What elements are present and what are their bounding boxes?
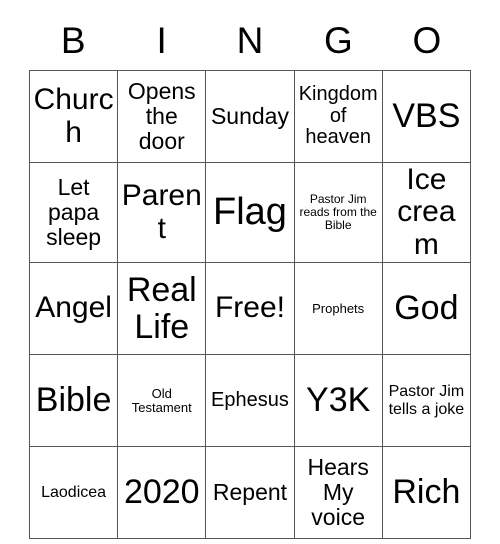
- bingo-cell-o4[interactable]: Pastor Jim tells a joke: [381, 354, 472, 448]
- bingo-cell-label: Real Life: [126, 270, 197, 346]
- bingo-cell-o5[interactable]: Rich: [381, 446, 472, 540]
- bingo-cell-label: Ephesus: [211, 388, 289, 411]
- bingo-cell-g2[interactable]: Pastor Jim reads from the Bible: [293, 161, 383, 264]
- bingo-cell-label: Rich: [392, 473, 461, 512]
- bingo-cell-label: VBS: [392, 97, 461, 136]
- bingo-cell-g4[interactable]: Y3K: [293, 354, 383, 448]
- bingo-cell-i5[interactable]: 2020: [117, 446, 207, 540]
- bingo-row: Bible Old Testament Ephesus Y3K Pastor J…: [28, 354, 472, 448]
- bingo-cell-b5[interactable]: Laodicea: [28, 446, 119, 540]
- bingo-cell-b4[interactable]: Bible: [28, 354, 119, 448]
- header-letter-b: B: [60, 19, 86, 61]
- bingo-cell-b1[interactable]: Church: [28, 70, 119, 163]
- bingo-cell-g1[interactable]: Kingdom of heaven: [293, 70, 383, 163]
- bingo-cell-label: Let papa sleep: [46, 174, 102, 250]
- bingo-cell-i3[interactable]: Real Life: [117, 262, 207, 356]
- bingo-cell-n2[interactable]: Flag: [205, 161, 295, 264]
- bingo-cell-g5[interactable]: Hears My voice: [293, 446, 383, 540]
- bingo-cell-n4[interactable]: Ephesus: [205, 354, 295, 448]
- bingo-cell-o2[interactable]: Ice cream: [381, 161, 472, 264]
- bingo-cell-b3[interactable]: Angel: [28, 262, 119, 356]
- bingo-cell-i4[interactable]: Old Testament: [117, 354, 207, 448]
- header-letter-g: G: [324, 19, 353, 61]
- bingo-cell-g3[interactable]: Prophets: [293, 262, 383, 356]
- bingo-cell-label: Ice cream: [397, 163, 456, 261]
- bingo-cell-label: Y3K: [306, 381, 371, 420]
- bingo-cell-i1[interactable]: Opens the door: [117, 70, 207, 163]
- bingo-grid: Church Opens the door Sunday Kingdom of …: [28, 70, 472, 540]
- bingo-cell-label: 2020: [123, 473, 200, 512]
- header-letter-i: I: [156, 19, 167, 61]
- bingo-cell-label: Prophets: [312, 300, 365, 316]
- bingo-cell-label: Pastor Jim tells a joke: [388, 383, 465, 418]
- bingo-header: B I N G O: [29, 10, 471, 70]
- header-letter-o: O: [412, 19, 442, 61]
- bingo-cell-label: Flag: [213, 191, 287, 234]
- bingo-cell-label: Bible: [35, 381, 112, 420]
- bingo-cell-o3[interactable]: God: [381, 262, 472, 356]
- bingo-row: Angel Real Life Free! Prophets God: [28, 262, 472, 356]
- bingo-cell-n1[interactable]: Sunday: [205, 70, 295, 163]
- header-letter-n: N: [236, 19, 264, 61]
- bingo-card: B I N G O Church Opens the door Sunday K…: [28, 10, 472, 540]
- bingo-cell-label: Parent: [121, 179, 202, 245]
- bingo-cell-label: Repent: [212, 479, 288, 506]
- bingo-cell-n5[interactable]: Repent: [205, 446, 295, 540]
- bingo-cell-label: Opens the door: [127, 78, 196, 154]
- bingo-cell-label: Angel: [35, 291, 112, 325]
- bingo-cell-label: Church: [33, 83, 114, 149]
- bingo-cell-o1[interactable]: VBS: [381, 70, 472, 163]
- bingo-cell-label: Kingdom of heaven: [298, 83, 378, 149]
- bingo-cell-label: Old Testament: [131, 385, 192, 415]
- bingo-cell-label: Sunday: [210, 103, 289, 130]
- bingo-cell-i2[interactable]: Parent: [117, 161, 207, 264]
- bingo-cell-label: Free!: [214, 291, 285, 325]
- bingo-cell-label: Hears My voice: [307, 454, 369, 531]
- bingo-cell-b2[interactable]: Let papa sleep: [28, 161, 119, 264]
- bingo-row: Let papa sleep Parent Flag Pastor Jim re…: [28, 161, 472, 264]
- bingo-row: Laodicea 2020 Repent Hears My voice Rich: [28, 446, 472, 540]
- bingo-cell-label: Pastor Jim reads from the Bible: [299, 192, 377, 233]
- bingo-row: Church Opens the door Sunday Kingdom of …: [28, 70, 472, 163]
- bingo-cell-label: Laodicea: [41, 484, 107, 502]
- bingo-cell-label: God: [394, 289, 459, 328]
- bingo-cell-free-space[interactable]: Free!: [205, 262, 295, 356]
